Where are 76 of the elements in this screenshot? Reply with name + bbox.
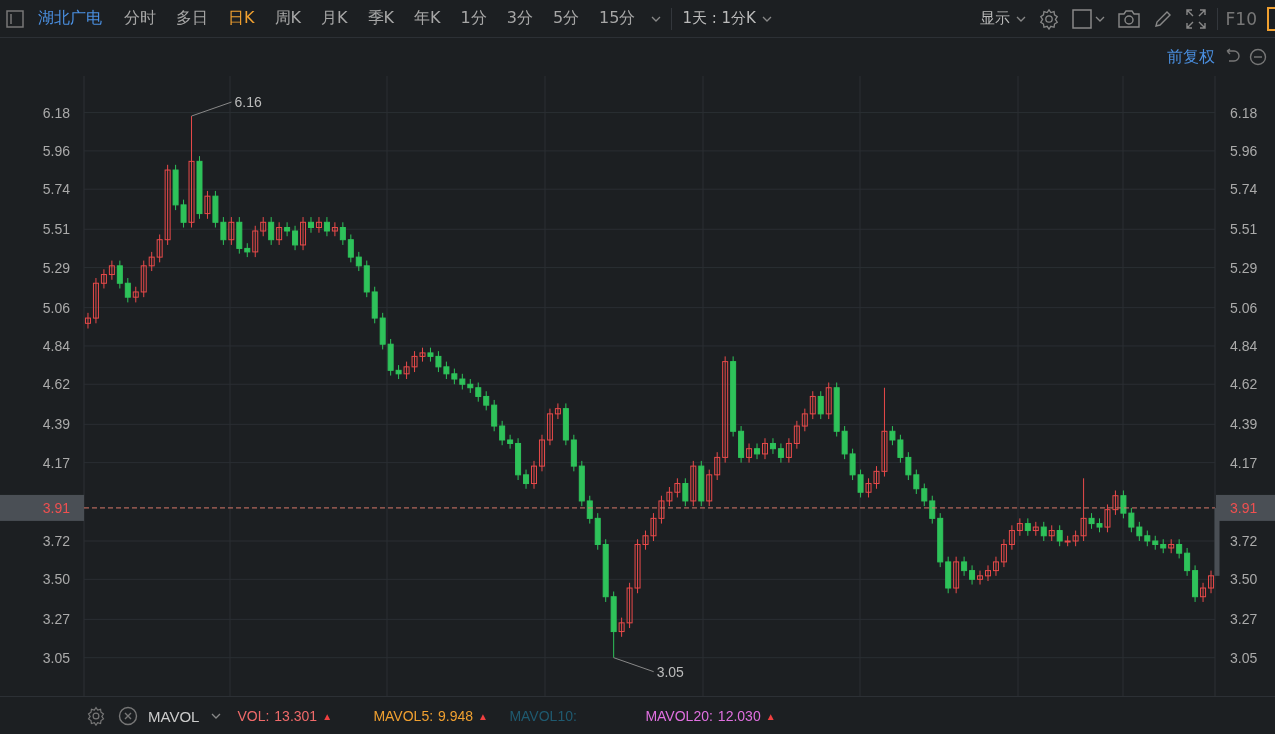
y-axis-label: 4.39 <box>42 416 70 433</box>
indicator-caret-icon <box>211 713 222 719</box>
display-menu[interactable]: 显示 <box>973 9 1032 28</box>
price-tag: 3.91 <box>0 494 84 521</box>
y-axis-label: 5.29 <box>42 259 70 276</box>
camera-icon[interactable] <box>1116 8 1141 29</box>
indicator-label: VOL: <box>237 708 270 724</box>
up-arrow: ▲ <box>765 710 776 722</box>
up-arrow: ▲ <box>322 710 333 722</box>
y-axis-label: 4.39 <box>1230 416 1258 433</box>
leader-line <box>613 657 655 673</box>
stock-name[interactable]: 湖北广电 <box>38 8 102 29</box>
period-tab[interactable]: 季K <box>357 8 404 29</box>
adjust-mode-button[interactable]: 前复权 <box>1167 46 1215 68</box>
y-axis-label: 5.74 <box>1230 181 1258 198</box>
period-tab[interactable]: 月K <box>311 8 358 29</box>
partial-button-icon <box>1267 6 1275 31</box>
y-axis-label: 3.05 <box>1230 649 1258 666</box>
indicator-value: 12.030 <box>717 708 761 724</box>
y-axis-label: 3.27 <box>1230 611 1258 628</box>
indicator-value: 13.301 <box>274 708 318 724</box>
caret-icon <box>1094 15 1105 22</box>
y-axis-label: 4.17 <box>1230 454 1258 471</box>
period-tab[interactable]: 日K <box>218 8 265 29</box>
leader-line <box>191 101 232 117</box>
period-tab[interactable]: 周K <box>264 8 311 29</box>
indicator-name[interactable]: MAVOL <box>148 707 200 725</box>
y-axis-label: 5.06 <box>1230 299 1258 316</box>
y-axis-label: 5.06 <box>42 299 70 316</box>
y-axis-label: 5.96 <box>1230 142 1258 159</box>
up-arrow: ▲ <box>478 710 488 722</box>
y-axis-label: 3.72 <box>42 533 70 549</box>
y-axis-label: 3.50 <box>1230 571 1258 588</box>
period-tab[interactable]: 多日 <box>166 8 218 29</box>
y-axis-label: 4.84 <box>42 337 70 354</box>
y-axis-label: 5.96 <box>42 142 70 159</box>
indicator-label: MAVOL5: <box>373 708 434 724</box>
period-tab[interactable]: 年K <box>404 8 451 29</box>
period-tab[interactable]: 5分 <box>542 8 590 29</box>
y-axis-label: 3.05 <box>42 649 70 666</box>
y-axis-label: 4.62 <box>1230 376 1258 393</box>
y-axis-label: 5.51 <box>1230 221 1258 238</box>
period-tab[interactable]: 15分 <box>589 8 646 29</box>
dropdown-caret-icon <box>651 15 662 22</box>
price-annotation: 6.16 <box>234 94 262 111</box>
period-tab[interactable]: 分时 <box>114 8 166 29</box>
indicator-label: MAVOL20: <box>645 708 713 724</box>
y-axis-label: 4.17 <box>42 454 70 471</box>
period-tab[interactable]: 3分 <box>496 8 543 29</box>
y-axis-label: 3.50 <box>42 571 70 588</box>
range-select[interactable]: 1天 : 1分K <box>676 9 778 28</box>
y-axis-label: 5.51 <box>42 221 70 238</box>
minus-circle-icon[interactable] <box>1249 48 1267 66</box>
y-axis-label: 5.74 <box>42 181 70 198</box>
settings-icon[interactable] <box>1037 7 1060 30</box>
price-tag: 3.91 <box>1216 494 1275 521</box>
y-axis-label: 5.29 <box>1230 259 1258 276</box>
caret-icon <box>1015 15 1026 22</box>
y-axis-label: 3.27 <box>42 611 70 628</box>
indicator-label: MAVOL10: <box>509 708 577 724</box>
f10-button[interactable]: F10 <box>1221 8 1261 29</box>
settings-icon[interactable] <box>86 706 106 726</box>
y-axis-label: 6.18 <box>42 104 70 121</box>
y-axis-label: 6.18 <box>1230 104 1258 121</box>
y-axis-label: 3.72 <box>1230 533 1258 549</box>
square-icon[interactable] <box>1071 8 1092 29</box>
close-circle-icon[interactable] <box>118 706 138 726</box>
sidebar-toggle-icon[interactable] <box>6 9 24 28</box>
fullscreen-icon[interactable] <box>1184 7 1207 30</box>
ref-line-label: 3.91 <box>42 499 71 516</box>
indicator-value: 9.948 <box>438 708 474 724</box>
y-axis-label: 4.62 <box>42 376 70 393</box>
caret-icon <box>761 15 772 22</box>
price-annotation: 3.05 <box>656 663 684 680</box>
period-tab[interactable]: 1分 <box>450 8 497 29</box>
y-axis-label: 4.84 <box>1230 337 1258 354</box>
